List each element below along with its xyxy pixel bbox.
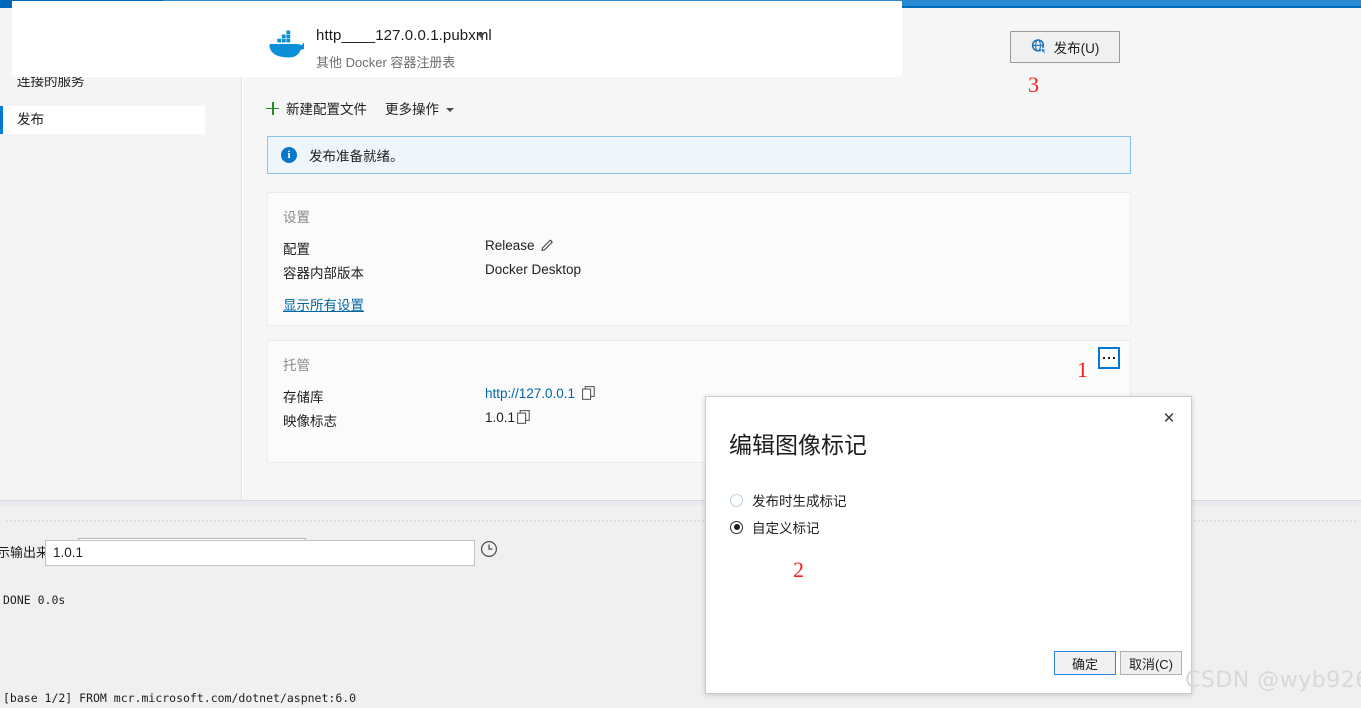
annotation-marker-3: 3 xyxy=(1028,72,1039,97)
publish-button-label: 发布(U) xyxy=(1053,41,1100,56)
dialog-cancel-button[interactable]: 取消(C) xyxy=(1120,651,1182,675)
publish-profile-subtitle: 其他 Docker 容器注册表 xyxy=(316,55,456,70)
settings-container-build-label: 容器内部版本 xyxy=(283,266,364,281)
hosting-repository-label: 存储库 xyxy=(283,390,324,405)
chevron-down-icon xyxy=(446,107,454,112)
radio-label: 发布时生成标记 xyxy=(752,494,847,509)
hosting-section-title: 托管 xyxy=(283,358,310,373)
close-icon[interactable]: ✕ xyxy=(1156,406,1182,430)
app-root: 概述 连接的服务 发布 http____127.0.0.1.pubxml 其他 … xyxy=(0,0,1361,708)
annotation-marker-2: 2 xyxy=(793,557,804,582)
copy-icon[interactable] xyxy=(517,410,530,424)
sidebar-item-label: 发布 xyxy=(17,112,44,127)
radio-custom-tag[interactable]: 自定义标记 xyxy=(730,517,820,537)
radio-button xyxy=(730,493,743,507)
new-profile-button[interactable]: 新建配置文件 xyxy=(266,98,367,118)
dialog-title: 编辑图像标记 xyxy=(729,432,867,458)
hosting-image-tag-label: 映像标志 xyxy=(283,414,337,429)
dialog-ok-button[interactable]: 确定 xyxy=(1054,651,1116,675)
custom-tag-input[interactable]: 1.0.1 xyxy=(45,540,475,566)
docker-whale-icon xyxy=(269,30,304,58)
show-all-settings-link[interactable]: 显示所有设置 xyxy=(283,294,364,314)
annotation-marker-1: 1 xyxy=(1077,357,1088,382)
ellipsis-dot xyxy=(1102,356,1106,360)
copy-icon[interactable] xyxy=(582,386,595,400)
chevron-down-icon[interactable] xyxy=(477,33,485,38)
edit-image-tag-dialog: ✕ 编辑图像标记 发布时生成标记 自定义标记 xyxy=(705,396,1192,694)
pencil-edit-icon[interactable] xyxy=(541,237,555,251)
ellipsis-dot xyxy=(1107,356,1111,360)
plus-icon xyxy=(266,101,279,115)
hosting-image-tag-value: 1.0.1 xyxy=(485,410,516,425)
hosting-repository-value[interactable]: http://127.0.0.1 xyxy=(485,386,575,401)
sidebar: 概述 连接的服务 发布 xyxy=(0,8,242,500)
publish-profile-name: http____127.0.0.1.pubxml xyxy=(316,27,492,44)
more-actions-button[interactable]: 更多操作 xyxy=(385,98,454,118)
sidebar-item-publish[interactable]: 发布 xyxy=(0,106,205,134)
publish-button[interactable]: 发布(U) xyxy=(1010,31,1120,63)
settings-section-title: 设置 xyxy=(283,210,310,225)
banner-text: 发布准备就绪。 xyxy=(309,149,404,164)
radio-label: 自定义标记 xyxy=(752,521,820,536)
globe-publish-icon xyxy=(1031,39,1048,55)
publish-ready-banner: i 发布准备就绪。 xyxy=(267,136,1131,174)
settings-section: 设置 配置 Release 容器内部版本 Docker Desktop 显示所有… xyxy=(267,192,1131,326)
more-actions-label: 更多操作 xyxy=(385,102,439,117)
settings-configuration-value: Release xyxy=(485,238,535,253)
new-profile-label: 新建配置文件 xyxy=(286,102,367,117)
watermark: CSDN @wyb926 xyxy=(1185,668,1361,693)
settings-configuration-label: 配置 xyxy=(283,242,310,257)
settings-container-build-value: Docker Desktop xyxy=(485,262,582,277)
radio-button-selected xyxy=(730,520,743,534)
radio-generate-tag-on-publish[interactable]: 发布时生成标记 xyxy=(730,490,847,510)
hosting-more-options-button[interactable] xyxy=(1098,347,1120,369)
history-clock-icon[interactable] xyxy=(478,539,500,559)
ellipsis-dot xyxy=(1112,356,1116,360)
info-icon: i xyxy=(281,147,297,163)
